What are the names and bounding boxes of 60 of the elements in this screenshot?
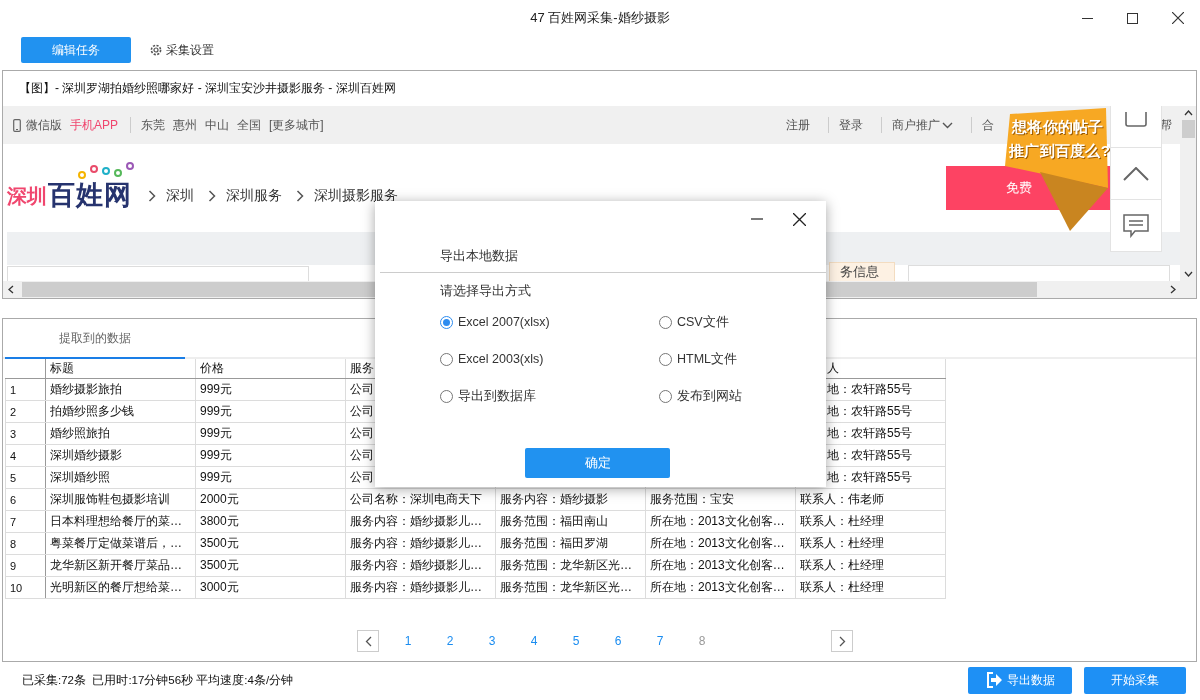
- table-cell: 2000元: [195, 488, 346, 511]
- table-cell: 龙华新区新开餐厅菜品…: [45, 554, 196, 577]
- table-cell: 服务范围：福田罗湖: [495, 532, 646, 555]
- ad-text: 想将你的帖子: [1012, 118, 1104, 137]
- table-cell: 联系人：伟老师: [795, 488, 946, 511]
- prompt-text: 请选择导出方式: [440, 282, 532, 300]
- table-cell: 服务范围：龙华新区光…: [495, 576, 646, 599]
- column-header: 价格: [195, 359, 346, 379]
- table-cell: 服务内容：婚纱摄影儿…: [345, 510, 496, 533]
- table-cell: 联系人：杜经理: [795, 532, 946, 555]
- table-cell: 服务范围：福田南山: [495, 510, 646, 533]
- window-title: 47 百姓网采集-婚纱摄影: [530, 9, 670, 27]
- table-cell: 联系人：杜经理: [795, 510, 946, 533]
- row-number: 7: [5, 510, 46, 533]
- table-cell: 3500元: [195, 532, 346, 555]
- table-cell: 深圳婚纱照: [45, 466, 196, 489]
- table-cell: 服务范围：宝安: [645, 488, 796, 511]
- table-cell: 公司名称：深圳电商天下: [345, 488, 496, 511]
- table-cell: 婚纱照旅拍: [45, 422, 196, 445]
- table-cell: 999元: [195, 466, 346, 489]
- table-cell: 3500元: [195, 554, 346, 577]
- table-cell: 日本料理想给餐厅的菜…: [45, 510, 196, 533]
- row-number: 3: [5, 422, 46, 445]
- table-cell: 服务内容：婚纱摄影儿…: [345, 554, 496, 577]
- table-cell: 光明新区的餐厅想给菜…: [45, 576, 196, 599]
- table-cell: 3000元: [195, 576, 346, 599]
- page-title: 【图】- 深圳罗湖拍婚纱照哪家好 - 深圳宝安沙井摄影服务 - 深圳百姓网: [18, 80, 397, 97]
- table-cell: 联系人：杜经理: [795, 576, 946, 599]
- dialog-title: 导出本地数据: [440, 247, 519, 265]
- table-cell: 深圳婚纱摄影: [45, 444, 196, 467]
- logo-text: 百姓网: [48, 180, 132, 210]
- column-header: 标题: [45, 359, 196, 379]
- table-cell: 3800元: [195, 510, 346, 533]
- table-cell: 拍婚纱照多少钱: [45, 400, 196, 423]
- row-number: 1: [5, 378, 46, 401]
- table-cell: 所在地：2013文化创客…: [645, 510, 796, 533]
- table-cell: 服务内容：婚纱摄影儿…: [345, 576, 496, 599]
- row-number: 8: [5, 532, 46, 555]
- table-cell: 999元: [195, 422, 346, 445]
- table-cell: 999元: [195, 378, 346, 401]
- table-cell: 所在地：2013文化创客…: [645, 554, 796, 577]
- table-cell: 服务内容：婚纱摄影: [495, 488, 646, 511]
- status-text: 已采集:72条 已用时:17分钟56秒 平均速度:4条/分钟: [22, 672, 295, 688]
- table-cell: 服务范围：龙华新区光…: [495, 554, 646, 577]
- table-cell: 联系人：杜经理: [795, 554, 946, 577]
- row-number: 6: [5, 488, 46, 511]
- table-cell: 999元: [195, 444, 346, 467]
- row-number: 10: [5, 576, 46, 599]
- table-cell: 粤菜餐厅定做菜谱后，…: [45, 532, 196, 555]
- table-cell: 999元: [195, 400, 346, 423]
- table-cell: 婚纱摄影旅拍: [45, 378, 196, 401]
- row-number: 2: [5, 400, 46, 423]
- row-number: 4: [5, 444, 46, 467]
- table-cell: 所在地：2013文化创客…: [645, 532, 796, 555]
- row-number: 9: [5, 554, 46, 577]
- table-cell: 所在地：2013文化创客…: [645, 576, 796, 599]
- table-cell: 服务内容：婚纱摄影儿…: [345, 532, 496, 555]
- table-cell: 深圳服饰鞋包摄影培训: [45, 488, 196, 511]
- logo-city: 深圳: [7, 184, 47, 209]
- row-number: 5: [5, 466, 46, 489]
